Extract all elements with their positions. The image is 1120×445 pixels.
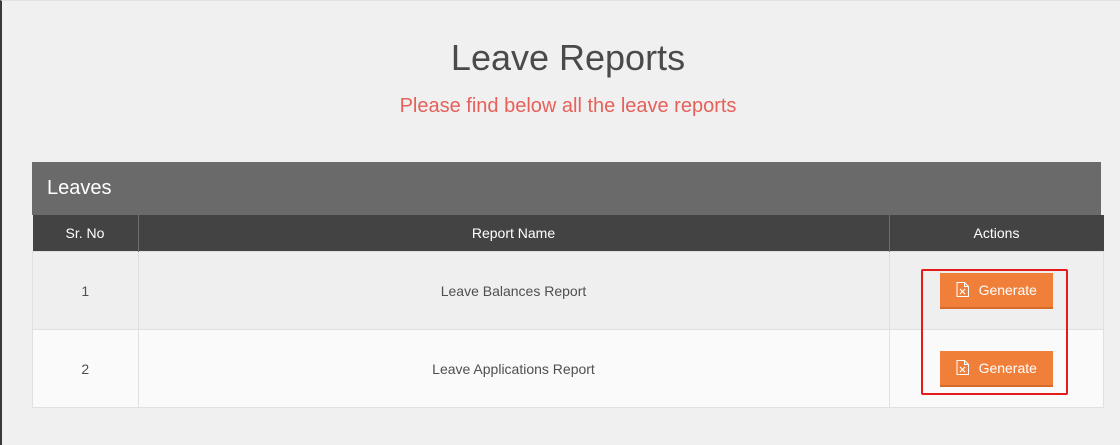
generate-button[interactable]: Generate xyxy=(939,272,1053,309)
page: Leave Reports Please find below all the … xyxy=(0,0,1120,445)
panel-heading: Leaves xyxy=(32,162,1101,215)
cell-report-name: Leave Balances Report xyxy=(137,251,890,330)
reports-table: Sr. No Report Name Actions 1 Leave Balan… xyxy=(32,215,1104,408)
column-header-sr-no: Sr. No xyxy=(32,215,138,252)
cell-report-name: Leave Applications Report xyxy=(137,329,890,408)
excel-file-icon xyxy=(956,282,969,297)
generate-button[interactable]: Generate xyxy=(939,350,1053,387)
table-header-row: Sr. No Report Name Actions xyxy=(32,215,1104,252)
leaves-panel: Leaves Sr. No Report Name Actions 1 Leav… xyxy=(32,162,1104,408)
cell-sr-no: 2 xyxy=(32,329,139,408)
column-header-actions: Actions xyxy=(888,215,1104,252)
table-row: 1 Leave Balances Report Generate xyxy=(32,251,1104,330)
generate-button-label: Generate xyxy=(978,281,1037,298)
page-subtitle: Please find below all the leave reports xyxy=(399,95,737,117)
excel-file-icon xyxy=(956,360,969,375)
table-row: 2 Leave Applications Report Generate xyxy=(32,329,1104,408)
cell-sr-no: 1 xyxy=(32,251,139,330)
cell-actions: Generate xyxy=(888,329,1104,408)
cell-actions: Generate xyxy=(888,251,1104,330)
column-header-report-name: Report Name xyxy=(137,215,889,252)
page-title: Leave Reports xyxy=(450,37,686,78)
generate-button-label: Generate xyxy=(978,359,1037,376)
